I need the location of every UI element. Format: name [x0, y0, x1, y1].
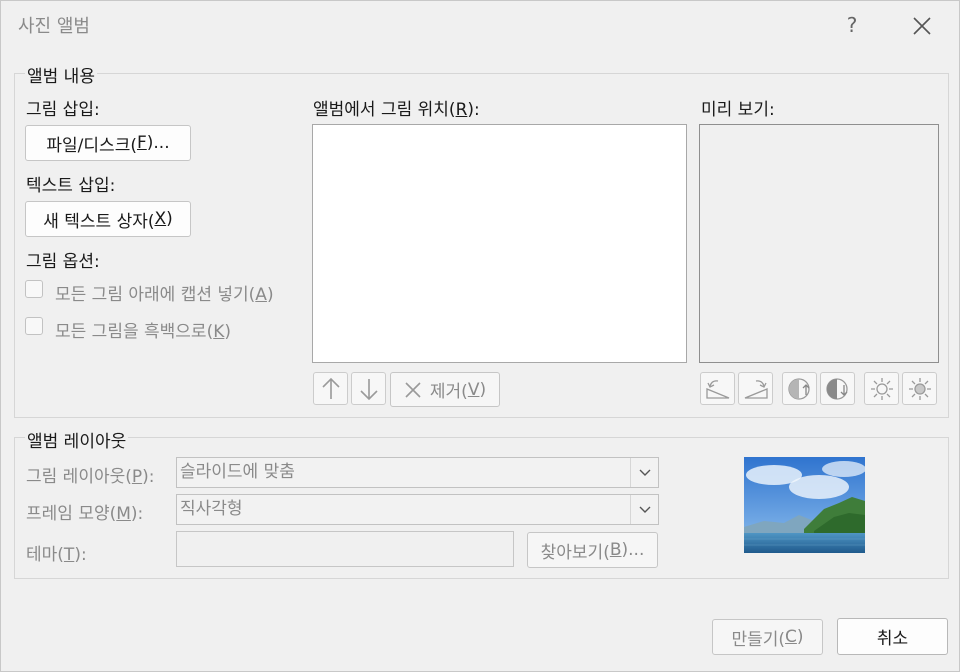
preview-pane — [699, 124, 939, 363]
close-button[interactable] — [906, 11, 938, 41]
contrast-up-button[interactable] — [782, 372, 817, 405]
captions-checkbox[interactable] — [25, 280, 43, 298]
file-disk-button[interactable]: 파일/디스크(F)... — [25, 125, 191, 161]
remove-button[interactable]: 제거(V) — [390, 372, 500, 407]
album-content-legend: 앨범 내용 — [25, 62, 97, 87]
picture-layout-key: P — [131, 467, 143, 487]
create-suffix: ) — [796, 627, 804, 647]
create-key: C — [785, 627, 797, 647]
bw-text: 모든 그림을 흑백으로( — [55, 322, 214, 342]
theme-suffix: ): — [74, 545, 87, 565]
file-disk-suffix: )... — [146, 133, 170, 153]
insert-picture-label: 그림 삽입: — [26, 100, 100, 120]
contrast-up-icon — [787, 377, 810, 400]
chevron-down-icon — [630, 458, 658, 487]
picture-layout-text: 그림 레이아웃( — [26, 467, 132, 487]
new-textbox-suffix: ) — [166, 209, 173, 229]
picture-layout-combo[interactable]: 슬라이드에 맞춤 — [176, 457, 659, 488]
layout-preview-image — [744, 457, 865, 553]
captions-checkbox-label: 모든 그림 아래에 캡션 넣기(A) — [55, 280, 274, 305]
theme-text: 테마( — [26, 545, 64, 565]
frame-shape-combo[interactable]: 직사각형 — [176, 494, 659, 525]
contrast-down-button[interactable] — [820, 372, 855, 405]
remove-text: 제거( — [429, 382, 468, 402]
frame-shape-text: 프레임 모양( — [26, 504, 117, 524]
bw-checkbox-label: 모든 그림을 흑백으로(K) — [55, 317, 231, 342]
frame-shape-label: 프레임 모양(M): — [26, 499, 143, 524]
theme-key: T — [63, 545, 75, 565]
picture-layout-suffix: ): — [142, 467, 155, 487]
browse-suffix: )... — [621, 540, 645, 560]
dialog-title: 사진 앨범 — [18, 16, 90, 37]
help-button[interactable]: ? — [839, 13, 865, 39]
bw-suffix: ) — [224, 322, 231, 342]
pictures-in-album-key: R — [455, 100, 468, 120]
brightness-up-icon — [870, 377, 893, 400]
rotate-right-icon — [744, 379, 768, 399]
browse-key: B — [609, 540, 622, 560]
browse-button[interactable]: 찾아보기(B)... — [527, 532, 658, 568]
create-text: 만들기( — [731, 629, 786, 650]
pictures-in-album-label: 앨범에서 그림 위치(R): — [313, 95, 480, 120]
close-icon — [913, 17, 931, 35]
file-disk-text: 파일/디스크( — [46, 135, 137, 156]
remove-x-icon — [405, 381, 421, 398]
captions-key: A — [255, 285, 267, 305]
photo-album-dialog: 사진 앨범 ? 앨범 내용 그림 삽입: 파일/디스크(F)... 텍스트 삽입… — [0, 0, 960, 672]
new-textbox-text: 새 텍스트 상자( — [43, 211, 155, 232]
bw-key: K — [213, 322, 225, 342]
album-layout-legend: 앨범 레이아웃 — [25, 427, 129, 452]
file-disk-key: F — [136, 133, 147, 153]
brightness-down-icon — [908, 377, 931, 400]
pictures-listbox[interactable] — [312, 124, 687, 363]
remove-suffix: ) — [479, 379, 487, 400]
move-up-button[interactable] — [313, 372, 348, 405]
rotate-right-button[interactable] — [738, 372, 773, 405]
create-button[interactable]: 만들기(C) — [712, 619, 823, 655]
captions-text: 모든 그림 아래에 캡션 넣기( — [55, 285, 256, 305]
captions-suffix: ) — [266, 285, 274, 305]
pictures-in-album-text: 앨범에서 그림 위치( — [313, 100, 456, 120]
bw-checkbox[interactable] — [25, 317, 43, 335]
rotate-left-button[interactable] — [700, 372, 735, 405]
picture-layout-label: 그림 레이아웃(P): — [26, 462, 155, 487]
frame-shape-value: 직사각형 — [180, 499, 243, 519]
preview-label: 미리 보기: — [701, 100, 775, 120]
frame-shape-key: M — [116, 504, 131, 524]
remove-key: V — [467, 379, 480, 400]
insert-text-label: 텍스트 삽입: — [26, 176, 116, 196]
new-textbox-button[interactable]: 새 텍스트 상자(X) — [25, 201, 191, 237]
pictures-in-album-suffix: ): — [467, 100, 480, 120]
picture-options-label: 그림 옵션: — [26, 252, 100, 272]
chevron-down-icon — [630, 495, 658, 524]
picture-layout-value: 슬라이드에 맞춤 — [180, 462, 295, 482]
arrow-down-icon — [359, 378, 378, 400]
arrow-up-icon — [321, 377, 340, 399]
landscape-thumbnail — [744, 457, 865, 553]
browse-text: 찾아보기( — [540, 542, 610, 563]
new-textbox-key: X — [154, 209, 167, 229]
rotate-left-icon — [705, 379, 729, 399]
brightness-up-button[interactable] — [864, 372, 899, 405]
contrast-down-icon — [825, 377, 848, 400]
move-down-button[interactable] — [351, 372, 386, 405]
theme-textbox[interactable] — [176, 531, 514, 567]
theme-label: 테마(T): — [26, 540, 87, 565]
brightness-down-button[interactable] — [902, 372, 937, 405]
frame-shape-suffix: ): — [130, 504, 144, 524]
cancel-button[interactable]: 취소 — [837, 618, 948, 655]
